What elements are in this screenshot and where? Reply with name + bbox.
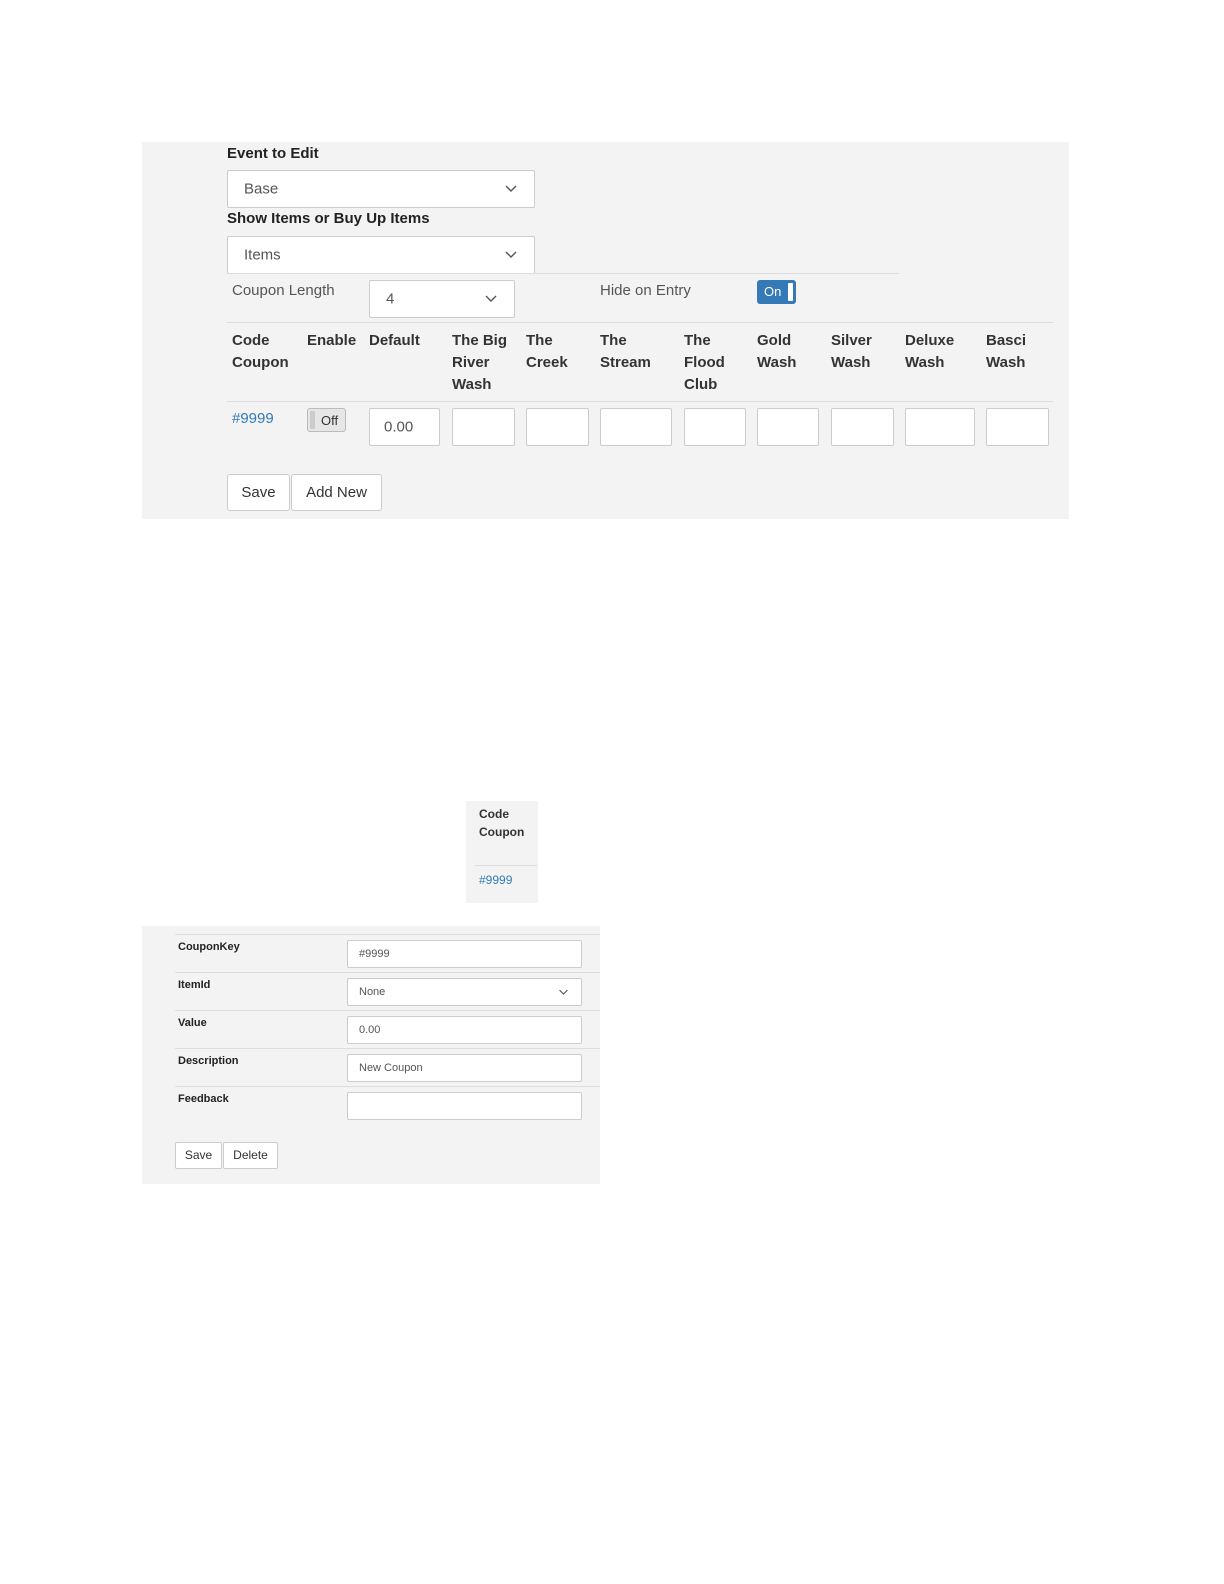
mini-coupon-code-link[interactable]: #9999 (479, 873, 512, 887)
basci-wash-input[interactable] (986, 408, 1049, 446)
divider (227, 273, 899, 274)
coupon-length-select-value: 4 (386, 290, 395, 308)
table-header-border (227, 401, 1053, 402)
column-header-line: Flood (684, 354, 725, 371)
column-header-line: Club (684, 376, 718, 393)
column-header-line: The (526, 332, 553, 349)
toggle-state-label: On (764, 284, 782, 299)
coupon-code-link[interactable]: #9999 (232, 410, 274, 427)
stream-input[interactable] (600, 408, 672, 446)
column-header-line: Creek (526, 354, 568, 371)
mini-divider (475, 865, 537, 866)
column-header-line: Wash (452, 376, 492, 393)
toggle-state-label: Off (321, 413, 339, 428)
column-header-stream: The Stream (600, 330, 651, 374)
coupon-key-value: #9999 (359, 948, 390, 960)
chevron-down-icon (485, 295, 497, 302)
detail-row-divider (175, 1124, 600, 1125)
column-header-gold-wash: Gold Wash (757, 330, 796, 374)
detail-row-divider (175, 934, 600, 935)
column-header-line: The Big (452, 332, 507, 349)
column-header-big-river-wash: The Big River Wash (452, 330, 507, 396)
deluxe-wash-input[interactable] (905, 408, 975, 446)
coupon-length-select[interactable]: 4 (369, 280, 515, 318)
column-header-line: Wash (831, 354, 871, 371)
silver-wash-input[interactable] (831, 408, 894, 446)
creek-input[interactable] (526, 408, 589, 446)
description-input[interactable]: New Coupon (347, 1054, 582, 1082)
hide-on-entry-toggle[interactable]: On (757, 280, 796, 304)
detail-delete-button[interactable]: Delete (223, 1142, 278, 1169)
column-header-deluxe-wash: Deluxe Wash (905, 330, 954, 374)
column-header-line: Wash (757, 354, 797, 371)
item-id-select[interactable]: None (347, 978, 582, 1006)
detail-row-divider (175, 972, 600, 973)
detail-row-divider (175, 1048, 600, 1049)
hide-on-entry-label: Hide on Entry (600, 282, 691, 299)
feedback-input[interactable] (347, 1092, 582, 1120)
gold-wash-input[interactable] (757, 408, 819, 446)
mini-header-line2: Coupon (479, 825, 525, 839)
event-to-edit-label: Event to Edit (227, 145, 319, 162)
item-id-label: ItemId (178, 979, 211, 991)
column-header-basci-wash: Basci Wash (986, 330, 1026, 374)
column-header-line: Coupon (232, 354, 289, 371)
column-header-line: Basci (986, 332, 1027, 349)
value-input[interactable]: 0.00 (347, 1016, 582, 1044)
chevron-down-icon (505, 185, 517, 192)
value-value: 0.00 (359, 1024, 381, 1036)
column-header-enable: Enable (307, 330, 356, 352)
show-items-select-value: Items (244, 246, 281, 264)
value-label: Value (178, 1017, 207, 1029)
detail-save-button[interactable]: Save (175, 1142, 222, 1169)
column-header-creek: The Creek (526, 330, 568, 374)
column-header-silver-wash: Silver Wash (831, 330, 872, 374)
column-header-line: Wash (905, 354, 945, 371)
column-header-line: Enable (307, 332, 357, 349)
default-value-input[interactable]: 0.00 (369, 408, 440, 446)
show-items-select[interactable]: Items (227, 236, 535, 274)
chevron-down-icon (559, 989, 568, 995)
column-header-line: Silver (831, 332, 872, 349)
column-header-default: Default (369, 330, 420, 352)
column-header-line: Stream (600, 354, 651, 371)
big-river-wash-input[interactable] (452, 408, 515, 446)
toggle-handle (310, 411, 315, 429)
column-header-line: Deluxe (905, 332, 955, 349)
flood-club-input[interactable] (684, 408, 746, 446)
coupon-key-label: CouponKey (178, 941, 240, 953)
column-header-line: Code (232, 332, 270, 349)
mini-header-line1: Code (479, 807, 509, 821)
add-new-button[interactable]: Add New (291, 474, 382, 511)
column-header-line: Wash (986, 354, 1026, 371)
detail-row-divider (175, 1010, 600, 1011)
item-id-value: None (359, 986, 386, 998)
column-header-code-coupon: Code Coupon (232, 330, 289, 374)
event-select[interactable]: Base (227, 170, 535, 208)
event-select-value: Base (244, 180, 279, 198)
toggle-handle (788, 283, 793, 301)
column-header-line: Default (369, 332, 420, 349)
default-value: 0.00 (384, 418, 414, 436)
show-items-label: Show Items or Buy Up Items (227, 210, 430, 227)
feedback-label: Feedback (178, 1093, 229, 1105)
save-button[interactable]: Save (227, 474, 290, 511)
chevron-down-icon (505, 251, 517, 258)
column-header-line: The (684, 332, 711, 349)
enable-toggle[interactable]: Off (307, 408, 346, 432)
description-label: Description (178, 1055, 239, 1067)
detail-row-divider (175, 1086, 600, 1087)
coupon-length-label: Coupon Length (232, 282, 335, 299)
column-header-line: Gold (757, 332, 792, 349)
column-header-flood-club: The Flood Club (684, 330, 725, 396)
description-value: New Coupon (359, 1062, 423, 1074)
table-top-border (227, 322, 1053, 323)
coupon-key-input[interactable]: #9999 (347, 940, 582, 968)
column-header-line: River (452, 354, 490, 371)
column-header-line: The (600, 332, 627, 349)
